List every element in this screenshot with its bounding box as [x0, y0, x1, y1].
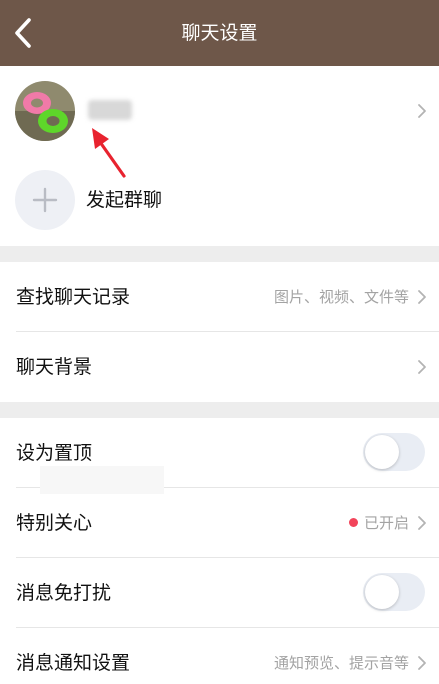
title-bar: 聊天设置	[0, 0, 439, 66]
toggle-knob	[365, 575, 399, 609]
special-care-row[interactable]: 特别关心 已开启	[0, 488, 439, 558]
special-care-status: 已开启	[348, 488, 409, 558]
notification-settings-hint: 通知预览、提示音等	[273, 654, 409, 672]
do-not-disturb-label: 消息免打扰	[16, 582, 112, 604]
contact-card: 发起群聊	[0, 66, 439, 246]
add-group-chat-button[interactable]	[15, 170, 75, 230]
find-chat-history-label: 查找聊天记录	[16, 286, 131, 308]
avatar[interactable]	[15, 81, 75, 141]
settings-card: 设为置顶 特别关心 已开启 消息免打扰 消息通知设置 通知预览、提示音等	[0, 418, 439, 684]
do-not-disturb-row: 消息免打扰	[0, 558, 439, 628]
toggle-knob	[365, 435, 399, 469]
do-not-disturb-toggle[interactable]	[363, 573, 425, 611]
chevron-right-icon	[418, 656, 426, 670]
status-dot-icon	[348, 518, 358, 527]
chat-background-label: 聊天背景	[16, 356, 93, 378]
chevron-right-icon	[418, 516, 426, 530]
page-title: 聊天设置	[181, 22, 258, 44]
find-chat-history-row[interactable]: 查找聊天记录 图片、视频、文件等	[0, 262, 439, 332]
notification-settings-label: 消息通知设置	[16, 652, 131, 674]
chevron-right-icon	[418, 290, 426, 304]
find-chat-history-hint: 图片、视频、文件等	[273, 288, 409, 306]
chevron-right-icon[interactable]	[417, 103, 427, 119]
notification-settings-row[interactable]: 消息通知设置 通知预览、提示音等	[0, 628, 439, 684]
contact-name-redacted	[88, 100, 132, 120]
history-card: 查找聊天记录 图片、视频、文件等 聊天背景	[0, 262, 439, 402]
special-care-label: 特别关心	[16, 512, 93, 534]
background-watermark	[40, 466, 164, 494]
plus-icon	[32, 187, 58, 213]
chat-background-row[interactable]: 聊天背景	[0, 332, 439, 402]
pin-to-top-toggle[interactable]	[363, 433, 425, 471]
annotation-arrow-icon	[92, 128, 126, 178]
chevron-right-icon	[418, 360, 426, 374]
